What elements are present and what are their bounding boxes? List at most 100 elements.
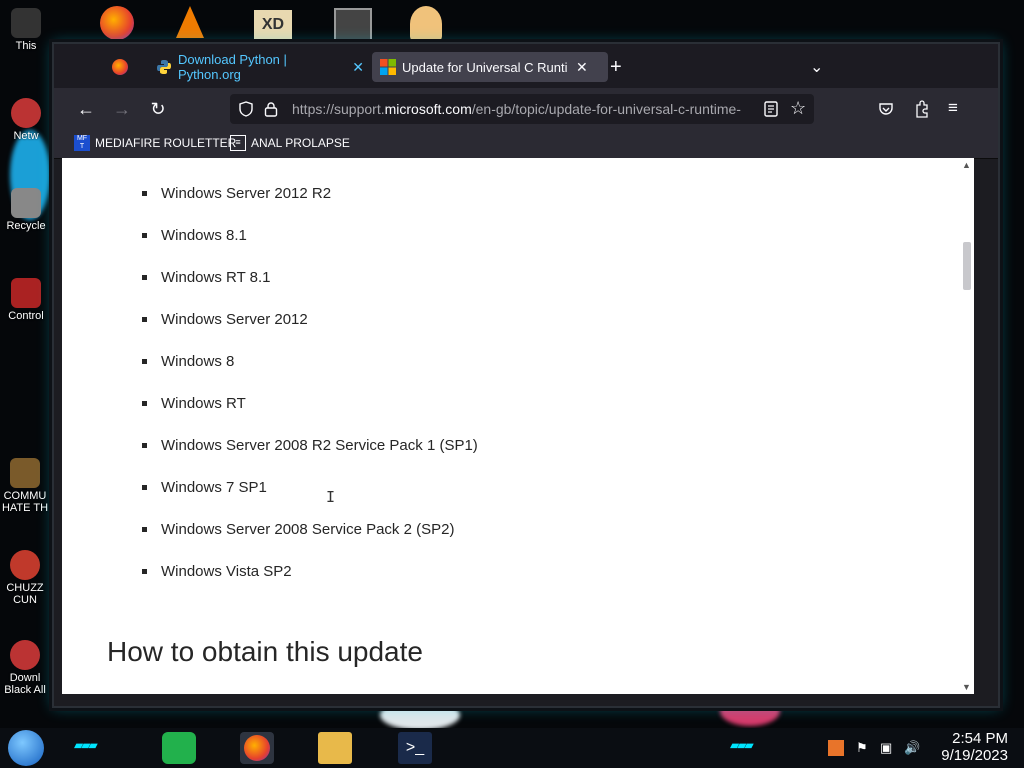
desktop-icon-commu[interactable]: COMMU HATE TH xyxy=(0,458,50,514)
bookmark-second[interactable]: ≡ ANAL PROLAPSE xyxy=(230,135,350,151)
bullet xyxy=(142,526,147,532)
firefox-desktop-icon[interactable] xyxy=(100,6,134,40)
bookmarks-toolbar: MF T MEDIAFIRE ROULETTER ≡ ANAL PROLAPSE xyxy=(54,130,998,159)
list-item-text: Windows Server 2012 xyxy=(161,310,308,328)
scroll-up-icon[interactable]: ▲ xyxy=(962,160,971,170)
url-bar[interactable]: https://support.microsoft.com/en-gb/topi… xyxy=(230,94,814,124)
network-tray-icon[interactable]: ▣ xyxy=(880,740,896,756)
desktop-icon-chuzz[interactable]: CHUZZ CUN xyxy=(0,550,50,606)
decorative-chevrons: ▰▰▰ xyxy=(74,738,98,752)
bullet xyxy=(142,190,147,196)
desktop-icon-control-panel[interactable]: Control xyxy=(0,278,52,322)
list-item-text: Windows Server 2008 R2 Service Pack 1 (S… xyxy=(161,436,478,454)
user-desktop-icon[interactable] xyxy=(410,6,442,42)
list-item-text: Windows Server 2012 R2 xyxy=(161,184,332,202)
url-prefix: https://support. xyxy=(292,101,385,117)
desktop-icon-network[interactable]: Netw xyxy=(0,98,52,142)
tab-firefox[interactable] xyxy=(112,52,134,82)
tracking-protection-shield-icon[interactable] xyxy=(238,101,254,117)
tab-label: Update for Universal C Runtime xyxy=(402,59,568,75)
list-item: Windows RT 8.1 xyxy=(142,256,478,298)
decorative-chevrons: ▰▰▰ xyxy=(730,738,754,752)
tab-update-universal-c-runtime[interactable]: Update for Universal C Runtime ✕ xyxy=(372,52,608,82)
mediafire-icon: MF T xyxy=(74,135,90,151)
list-item-text: Windows 8 xyxy=(161,352,235,370)
url-text[interactable]: https://support.microsoft.com/en-gb/topi… xyxy=(292,101,742,117)
close-tab-icon[interactable]: ✕ xyxy=(576,59,588,76)
desktop-icon-recycle-bin[interactable]: Recycle xyxy=(0,188,52,232)
list-item: Windows Vista SP2 xyxy=(142,550,478,592)
list-item-text: Windows Server 2008 Service Pack 2 (SP2) xyxy=(161,520,455,538)
list-item-text: Windows RT xyxy=(161,394,246,412)
desktop-icon-label: Recycle xyxy=(6,220,46,232)
volume-icon[interactable]: 🔊 xyxy=(904,740,920,756)
reload-button[interactable]: ↻ xyxy=(146,97,170,121)
tray-app-icon[interactable] xyxy=(828,740,844,756)
network-icon xyxy=(11,98,41,128)
back-arrow-icon: ← xyxy=(77,98,95,119)
start-button[interactable] xyxy=(8,730,44,766)
desktop-icon-label: Downl Black All xyxy=(4,672,46,696)
control-panel-icon xyxy=(11,278,41,308)
python-icon xyxy=(157,60,171,74)
scroll-down-icon[interactable]: ▼ xyxy=(962,682,971,692)
bookmark-star-icon[interactable]: ☆ xyxy=(790,98,806,119)
list-item: Windows 8 xyxy=(142,340,478,382)
tab-label: Download Python | Python.org xyxy=(178,52,287,82)
computer-icon xyxy=(11,8,41,38)
forward-arrow-icon: → xyxy=(113,98,131,119)
section-heading: How to obtain this update xyxy=(107,636,423,667)
list-item-text: Windows 8.1 xyxy=(161,226,247,244)
desktop-icon-download[interactable]: Downl Black All xyxy=(0,640,50,696)
page-scrollbar[interactable]: ▲ ▼ xyxy=(960,158,974,694)
hxd-desktop-icon[interactable]: XD xyxy=(254,10,292,40)
vlc-desktop-icon[interactable] xyxy=(176,6,204,38)
tab-python[interactable]: Download Python | Python.org ✕ xyxy=(156,52,364,82)
desktop-icon-this-pc[interactable]: This xyxy=(0,8,52,52)
bookmark-mediafire-rouletter[interactable]: MF T MEDIAFIRE ROULETTER xyxy=(74,135,236,151)
firefox-taskbar-item[interactable] xyxy=(240,732,274,764)
lock-icon[interactable] xyxy=(264,101,278,117)
close-tab-icon[interactable]: ✕ xyxy=(352,59,364,76)
forward-button[interactable]: → xyxy=(110,97,134,121)
bullet xyxy=(142,400,147,406)
extensions-puzzle-icon[interactable] xyxy=(914,100,930,118)
bullet xyxy=(142,274,147,280)
bullet xyxy=(142,568,147,574)
firefox-icon xyxy=(244,735,270,761)
action-center-flag-icon[interactable]: ⚑ xyxy=(856,740,872,756)
app-desktop-icon[interactable] xyxy=(334,8,372,46)
pocket-icon[interactable] xyxy=(878,101,894,117)
app-menu-hamburger-icon[interactable]: ≡ xyxy=(948,98,958,118)
list-item: Windows Server 2008 R2 Service Pack 1 (S… xyxy=(142,424,478,466)
list-item-text: Windows 7 SP1 xyxy=(161,478,267,496)
app-icon xyxy=(10,640,40,670)
file-explorer-taskbar-icon[interactable] xyxy=(318,732,352,764)
desktop-icon-label: Netw xyxy=(13,130,39,142)
bullet xyxy=(142,442,147,448)
list-item: Windows RT xyxy=(142,382,478,424)
system-clock[interactable]: 2:54 PM 9/19/2023 xyxy=(941,730,1008,764)
notes-taskbar-icon[interactable] xyxy=(162,732,196,764)
desktop-icon-label: Control xyxy=(8,310,44,322)
taskbar: ▰▰▰ >_ ▰▰▰ ⚑ ▣ 🔊 2:54 PM 9/19/2023 xyxy=(0,728,1024,768)
recycle-bin-icon xyxy=(11,188,41,218)
bullet xyxy=(142,232,147,238)
chuzzle-icon xyxy=(10,550,40,580)
back-button[interactable]: ← xyxy=(74,97,98,121)
reload-icon: ↻ xyxy=(150,98,166,119)
browser-window: Download Python | Python.org ✕ Update fo… xyxy=(52,42,1000,708)
powershell-taskbar-icon[interactable]: >_ xyxy=(398,732,432,764)
list-item: Windows 7 SP1 xyxy=(142,466,478,508)
money-bag-icon xyxy=(10,458,40,488)
tab-bar: Download Python | Python.org ✕ Update fo… xyxy=(54,44,998,88)
clock-time: 2:54 PM xyxy=(952,730,1008,747)
reader-view-icon[interactable] xyxy=(764,101,778,117)
list-all-tabs-button[interactable]: ⌄ xyxy=(810,52,823,82)
new-tab-button[interactable]: + xyxy=(610,52,622,82)
list-item: Windows Server 2012 xyxy=(142,298,478,340)
applies-to-list: Windows Server 2012 R2 Windows 8.1 Windo… xyxy=(142,172,478,592)
bookmark-page-icon: ≡ xyxy=(230,135,246,151)
scroll-thumb[interactable] xyxy=(963,242,971,290)
bullet xyxy=(142,316,147,322)
